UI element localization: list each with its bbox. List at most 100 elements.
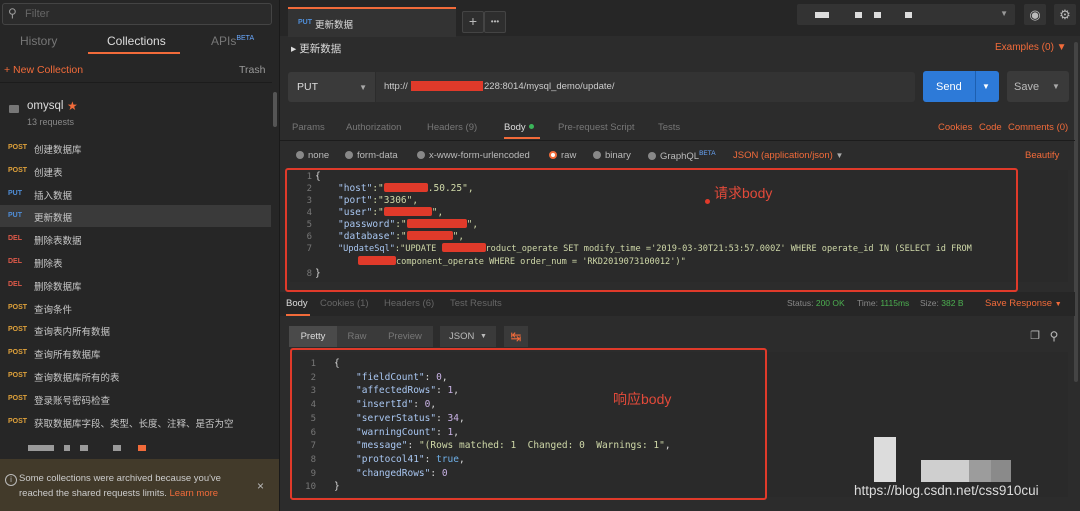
tab-apis-label: APIs [211, 34, 237, 48]
beta-badge: BETA [236, 35, 255, 42]
new-collection-button[interactable]: + New Collection [4, 64, 83, 76]
body-type-options: none form-data x-www-form-urlencoded raw… [288, 150, 1068, 166]
request-name: 更新数据 [34, 213, 73, 225]
tab-apis[interactable]: APIsBETA [211, 34, 254, 48]
search-icon[interactable]: ⚲ [1047, 326, 1061, 347]
request-method-badge: DEL [8, 235, 22, 243]
code-link[interactable]: Code [979, 122, 1002, 133]
format-select[interactable]: JSON ▼ [440, 326, 496, 347]
time-value: 1115ms [880, 298, 910, 308]
active-tab-indicator [504, 137, 540, 139]
request-name: 查询表内所有数据 [34, 327, 111, 339]
beautify-link[interactable]: Beautify [1025, 150, 1059, 161]
request-name: 创建数据库 [34, 145, 82, 156]
wrap-icon[interactable]: ↹ [504, 326, 528, 347]
sidebar-request-item[interactable]: POST 登录账号密码检查 [0, 388, 271, 410]
view-preview[interactable]: Preview [377, 326, 433, 347]
send-button[interactable]: Send ▼ [923, 71, 999, 102]
status-label: Status: [787, 298, 814, 308]
sidebar-request-item[interactable]: POST 查询表内所有数据 [0, 319, 271, 341]
new-tab-button[interactable]: + [462, 11, 484, 33]
tab-authorization[interactable]: Authorization [346, 122, 401, 133]
url-input[interactable]: http:// 228:8014/mysql_demo/update/ [376, 72, 915, 102]
sidebar-request-item[interactable]: POST 查询所有数据库 [0, 342, 271, 364]
collection-request-count: 13 requests [27, 117, 75, 127]
tab-collections[interactable]: Collections [107, 34, 166, 48]
save-button[interactable]: Save ▼ [1007, 71, 1069, 102]
redacted-block [80, 445, 88, 451]
sidebar-request-item[interactable]: PUT 插入数据 [0, 183, 271, 205]
watermark: https://blog.csdn.net/css910cui [854, 483, 1039, 498]
copy-icon[interactable]: ❐ [1028, 326, 1042, 347]
chevron-down-icon[interactable]: ▼ [1052, 82, 1060, 91]
view-raw[interactable]: Raw [337, 326, 377, 347]
annotation-box [285, 168, 1018, 292]
request-name: 登录账号密码检查 [34, 395, 111, 407]
active-tab-indicator [286, 314, 310, 316]
redacted-block [855, 12, 862, 18]
radio-none[interactable]: none [296, 150, 329, 161]
tab-response-headers[interactable]: Headers (6) [384, 298, 434, 309]
tab-pre-request-script[interactable]: Pre-request Script [558, 122, 635, 133]
beta-badge: BETA [699, 150, 716, 157]
environment-select[interactable]: ▼ [797, 4, 1015, 25]
sidebar-request-item[interactable]: PUT 更新数据 [0, 205, 271, 228]
radio-raw[interactable]: raw [549, 150, 576, 161]
sidebar-request-item[interactable]: DEL 删除表 [0, 251, 271, 273]
tab-body[interactable]: Body [504, 122, 534, 133]
sidebar-request-item[interactable]: POST 查询条件 [0, 297, 271, 319]
request-name: 查询所有数据库 [34, 350, 101, 362]
request-name: 查询数据库所有的表 [34, 373, 120, 384]
status-dot [528, 124, 534, 129]
view-pretty[interactable]: Pretty [289, 326, 337, 347]
request-name: 删除表数据 [34, 236, 82, 248]
redacted-block [874, 437, 896, 482]
sidebar-request-item[interactable]: DEL 删除表数据 [0, 228, 271, 250]
response-size: Size: 382 B [920, 298, 964, 308]
sidebar-request-item[interactable]: POST 获取数据库字段、类型、长度、注释、是否为空 [0, 411, 271, 433]
method-select[interactable]: PUT ▼ [288, 72, 375, 102]
tab-response-cookies[interactable]: Cookies (1) [320, 298, 369, 309]
sidebar-request-item[interactable]: POST 查询数据库所有的表 [0, 365, 271, 387]
annotation-dot [705, 199, 710, 204]
radio-label: x-www-form-urlencoded [429, 150, 530, 161]
examples-dropdown[interactable]: Examples (0) ▼ [995, 42, 1067, 53]
chevron-down-icon[interactable]: ▼ [982, 82, 990, 91]
request-method-badge: POST [8, 144, 28, 151]
cookies-link[interactable]: Cookies [938, 122, 972, 133]
save-response-dropdown[interactable]: Save Response ▼ [985, 298, 1062, 309]
comments-link[interactable]: Comments (0) [1008, 122, 1068, 133]
tab-options-button[interactable]: ••• [484, 11, 506, 33]
tab-test-results[interactable]: Test Results [450, 298, 502, 309]
radio-binary[interactable]: binary [593, 150, 631, 161]
tab-response-body[interactable]: Body [286, 298, 308, 309]
sidebar-request-item[interactable]: POST 创建数据库 [0, 137, 271, 159]
sidebar-request-item[interactable]: POST 创建表 [0, 160, 271, 182]
learn-more-link[interactable]: Learn more [170, 488, 219, 499]
close-icon[interactable]: × [257, 479, 264, 493]
radio-form-data[interactable]: form-data [345, 150, 398, 161]
star-icon[interactable]: ★ [67, 99, 78, 113]
request-name: 查询条件 [34, 304, 73, 316]
scrollbar[interactable] [1074, 42, 1078, 382]
request-name: 删除表 [34, 259, 63, 270]
tab-tests[interactable]: Tests [658, 122, 680, 133]
tab-params[interactable]: Params [292, 122, 325, 133]
redacted-block [874, 12, 881, 18]
gear-icon[interactable]: ⚙ [1054, 4, 1076, 25]
request-tab[interactable]: PUT 更新数据 [288, 7, 456, 37]
radio-graphql[interactable]: GraphQLBETA [648, 150, 716, 162]
divider [975, 71, 976, 102]
filter-input[interactable]: ⚲ Filter [2, 3, 272, 25]
eye-icon[interactable]: ◉ [1024, 4, 1046, 25]
content-type-select[interactable]: JSON (application/json) ▼ [733, 150, 843, 161]
radio-urlencoded[interactable]: x-www-form-urlencoded [417, 150, 530, 161]
tab-headers[interactable]: Headers (9) [427, 122, 477, 133]
tab-history[interactable]: History [20, 34, 57, 48]
scrollbar[interactable] [273, 92, 277, 127]
sidebar-request-item[interactable]: DEL 删除数据库 [0, 274, 271, 296]
annotation-box [290, 348, 767, 500]
banner-text: Some collections were archived because y… [19, 471, 254, 501]
method-value: PUT [297, 81, 318, 93]
trash-button[interactable]: Trash [239, 64, 265, 76]
